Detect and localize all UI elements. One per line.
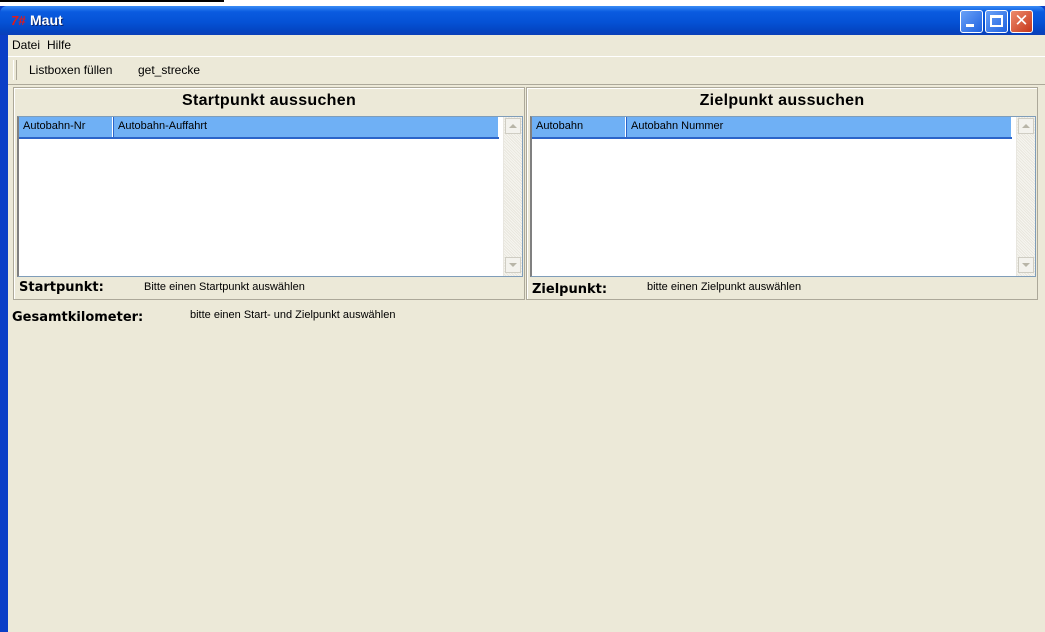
minimize-button[interactable] (960, 10, 983, 33)
listboxen-fuellen-button[interactable]: Listboxen füllen (29, 63, 112, 77)
column-autobahn[interactable]: Autobahn (532, 117, 626, 137)
menu-datei[interactable]: Datei (12, 38, 40, 52)
toolbar-grip[interactable] (13, 60, 17, 80)
scroll-down-button[interactable] (505, 257, 521, 273)
chevron-up-icon (509, 124, 517, 128)
maximize-icon (990, 15, 1003, 27)
scroll-up-button[interactable] (505, 118, 521, 134)
close-button[interactable]: ✕ (1010, 10, 1033, 33)
start-listview[interactable]: Autobahn-Nr Autobahn-Auffahrt (17, 116, 523, 277)
window-title: Maut (30, 12, 63, 28)
toolbar: Listboxen füllen get_strecke (8, 56, 1045, 85)
app-icon: 7# (11, 13, 26, 28)
chevron-down-icon (1022, 263, 1030, 267)
ziel-listview[interactable]: Autobahn Autobahn Nummer (530, 116, 1036, 277)
column-autobahn-nr[interactable]: Autobahn-Nr (19, 117, 113, 137)
top-line (0, 0, 224, 2)
scroll-down-button[interactable] (1018, 257, 1034, 273)
ziel-list-header: Autobahn Autobahn Nummer (532, 117, 1012, 139)
menu-hilfe[interactable]: Hilfe (47, 38, 71, 52)
title-bar[interactable]: 7# Maut ✕ (0, 6, 1045, 35)
minimize-icon (966, 24, 974, 27)
zielpunkt-value: bitte einen Zielpunkt auswählen (647, 281, 802, 293)
startpunkt-value: Bitte einen Startpunkt auswählen (144, 281, 305, 293)
gesamtkilometer-value: bitte einen Start- und Zielpunkt auswähl… (190, 309, 396, 321)
startpunkt-label: Startpunkt: (19, 280, 104, 295)
get-strecke-button[interactable]: get_strecke (138, 63, 200, 77)
scroll-up-button[interactable] (1018, 118, 1034, 134)
column-autobahn-nummer[interactable]: Autobahn Nummer (626, 117, 1012, 137)
chevron-down-icon (509, 263, 517, 267)
ziel-scrollbar[interactable] (1016, 117, 1035, 276)
start-list-header: Autobahn-Nr Autobahn-Auffahrt (19, 117, 499, 139)
start-panel: Startpunkt aussuchen Autobahn-Nr Autobah… (13, 87, 525, 300)
menu-bar: Datei Hilfe (8, 35, 1045, 55)
start-scrollbar[interactable] (503, 117, 522, 276)
maximize-button[interactable] (985, 10, 1008, 33)
chevron-up-icon (1022, 124, 1030, 128)
app-window: 7# Maut ✕ Datei Hilfe Listboxen füllen g… (0, 6, 1045, 632)
client-area: Datei Hilfe Listboxen füllen get_strecke… (8, 35, 1045, 632)
zielpunkt-label: Zielpunkt: (532, 282, 608, 297)
start-panel-title: Startpunkt aussuchen (181, 92, 357, 109)
ziel-panel: Zielpunkt aussuchen Autobahn Autobahn Nu… (526, 87, 1038, 300)
column-autobahn-auffahrt[interactable]: Autobahn-Auffahrt (113, 117, 499, 137)
ziel-panel-title: Zielpunkt aussuchen (699, 92, 865, 109)
gesamtkilometer-label: Gesamtkilometer: (12, 310, 144, 325)
close-icon: ✕ (1014, 11, 1029, 31)
